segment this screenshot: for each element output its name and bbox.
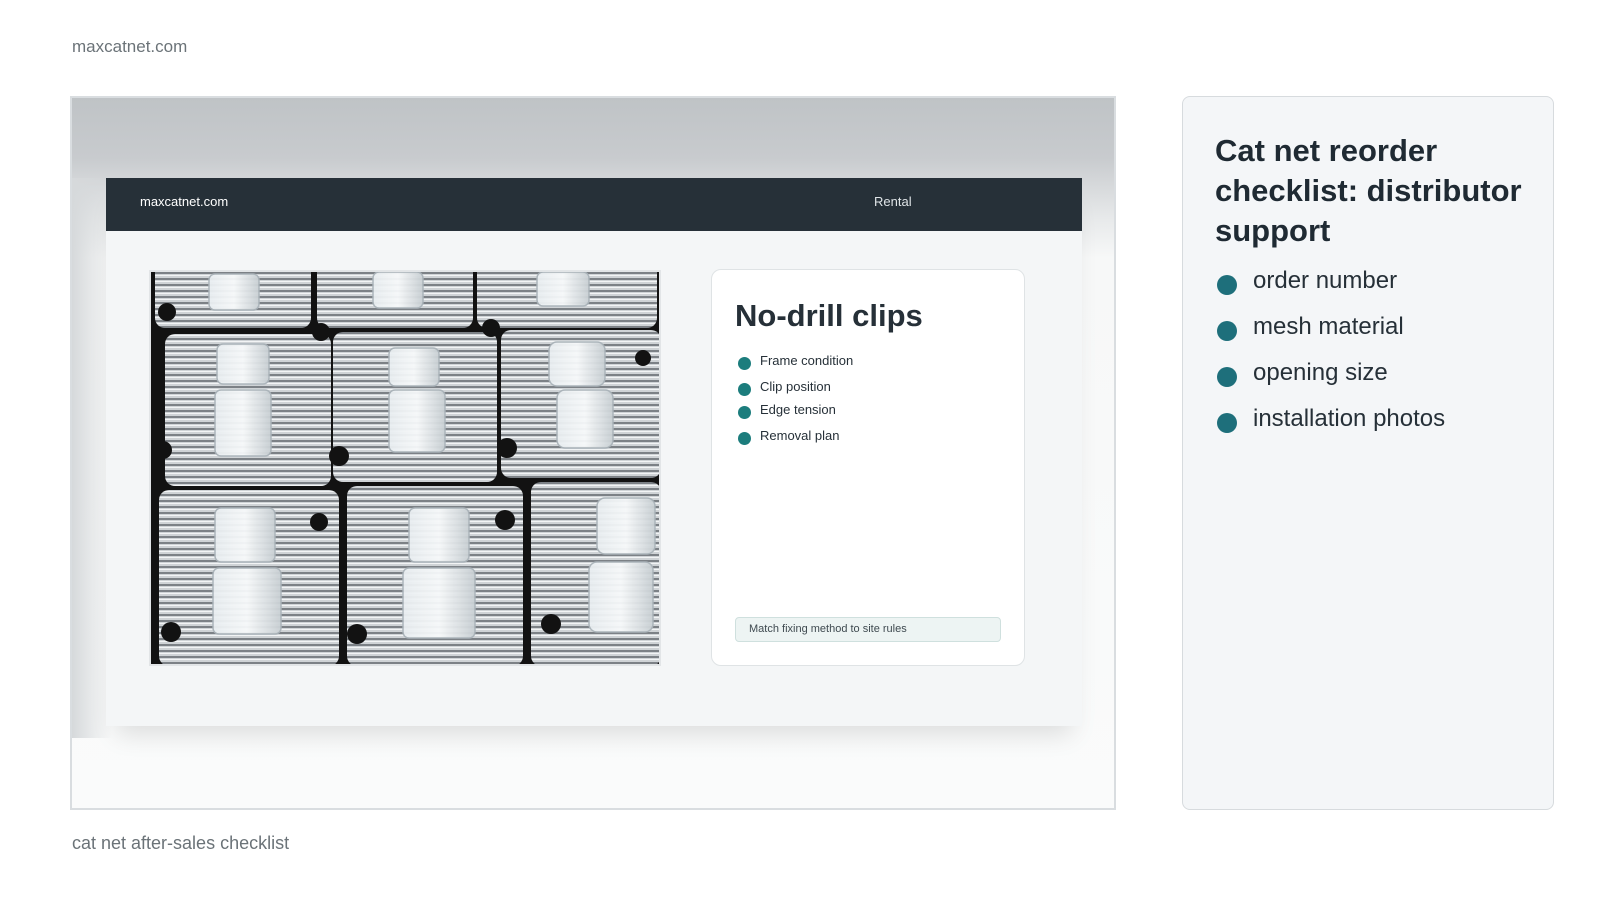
- list-item-label: mesh material: [1253, 313, 1404, 340]
- list-item: opening size: [1217, 359, 1445, 405]
- list-item-label: opening size: [1253, 359, 1388, 386]
- site-brand-link[interactable]: maxcatnet.com: [140, 194, 228, 209]
- site-label: maxcatnet.com: [72, 37, 188, 56]
- list-item: Edge tension: [738, 402, 853, 428]
- list-item: Removal plan: [738, 428, 853, 454]
- website-screen: maxcatnet.com Rental No-drill clips Fram…: [106, 178, 1082, 726]
- list-item: installation photos: [1217, 405, 1445, 451]
- card-note: Match fixing method to site rules: [735, 617, 1001, 642]
- bullet-icon: [738, 432, 751, 445]
- panel-checklist: order number mesh material opening size …: [1217, 267, 1445, 451]
- bullet-icon: [1217, 367, 1237, 387]
- card-title: No-drill clips: [735, 298, 923, 333]
- side-panel: Cat net reorder checklist: distributor s…: [1182, 96, 1554, 810]
- site-topbar: maxcatnet.com Rental: [106, 178, 1082, 231]
- list-item-label: installation photos: [1253, 405, 1446, 432]
- bullet-icon: [1217, 321, 1237, 341]
- bullet-icon: [738, 406, 751, 419]
- nav-item-rental[interactable]: Rental: [874, 194, 912, 209]
- caption: cat net after-sales checklist: [72, 833, 290, 853]
- list-item-label: Edge tension: [760, 402, 836, 417]
- clear-clips-image: [151, 272, 659, 664]
- list-item-label: Removal plan: [760, 428, 840, 443]
- bullet-icon: [1217, 413, 1237, 433]
- bullet-icon: [738, 383, 751, 396]
- list-item: Frame condition: [738, 353, 853, 379]
- bullet-icon: [738, 357, 751, 370]
- hero-photo-frame: maxcatnet.com Rental No-drill clips Fram…: [70, 96, 1116, 810]
- list-item: mesh material: [1217, 313, 1445, 359]
- info-card: No-drill clips Frame condition Clip posi…: [711, 269, 1025, 666]
- list-item-label: order number: [1253, 267, 1398, 294]
- bullet-icon: [1217, 275, 1237, 295]
- list-item-label: Frame condition: [760, 353, 854, 368]
- card-checklist: Frame condition Clip position Edge tensi…: [738, 353, 853, 454]
- list-item: Clip position: [738, 379, 853, 402]
- list-item-label: Clip position: [760, 379, 831, 394]
- product-photo: [149, 270, 661, 666]
- list-item: order number: [1217, 267, 1445, 313]
- panel-title: Cat net reorder checklist: distributor s…: [1215, 133, 1522, 248]
